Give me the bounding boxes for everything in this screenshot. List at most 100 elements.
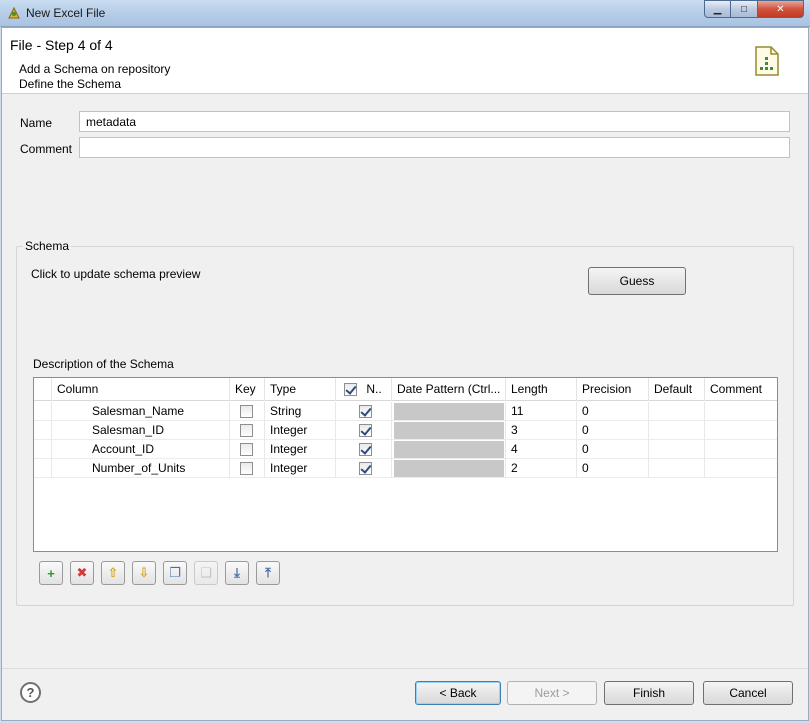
column-header-date-pattern[interactable]: Date Pattern (Ctrl...	[392, 378, 506, 401]
key-checkbox[interactable]	[240, 462, 253, 476]
cell-comment[interactable]	[705, 440, 777, 459]
table-row[interactable]: Account_ID Integer 4 0	[34, 440, 777, 459]
cancel-button[interactable]: Cancel	[703, 681, 793, 705]
paste-icon: ❏	[200, 565, 212, 580]
app-icon	[8, 6, 20, 19]
move-up-icon: ⇧	[107, 565, 119, 580]
nullable-checkbox[interactable]	[359, 424, 372, 438]
nullable-checkbox[interactable]	[359, 462, 372, 476]
cell-type[interactable]: String	[265, 402, 336, 421]
cell-nullable[interactable]	[336, 421, 392, 440]
import-button[interactable]: ⤓	[225, 561, 249, 585]
schema-description-label: Description of the Schema	[33, 357, 174, 371]
add-button[interactable]: +	[39, 561, 63, 585]
comment-label: Comment	[20, 142, 73, 156]
back-button[interactable]: < Back	[415, 681, 501, 705]
cell-column[interactable]: Salesman_ID	[52, 421, 230, 440]
cell-key[interactable]	[230, 421, 265, 440]
column-header-type[interactable]: Type	[265, 378, 336, 401]
cell-nullable[interactable]	[336, 459, 392, 478]
key-checkbox[interactable]	[240, 405, 253, 419]
cell-nullable[interactable]	[336, 440, 392, 459]
table-row[interactable]: Salesman_ID Integer 3 0	[34, 421, 777, 440]
excel-file-icon	[755, 46, 779, 76]
window-title: New Excel File	[26, 6, 106, 20]
close-button[interactable]: ✕	[758, 0, 804, 18]
cell-date-pattern[interactable]	[392, 421, 506, 440]
cell-key[interactable]	[230, 459, 265, 478]
column-header-column[interactable]: Column	[52, 378, 230, 401]
row-selector[interactable]	[34, 402, 52, 421]
finish-button[interactable]: Finish	[604, 681, 694, 705]
column-header-default[interactable]: Default	[649, 378, 705, 401]
column-header-length[interactable]: Length	[506, 378, 577, 401]
nullable-checkbox[interactable]	[359, 443, 372, 457]
cell-length[interactable]: 3	[506, 421, 577, 440]
cell-column[interactable]: Account_ID	[52, 440, 230, 459]
cell-precision[interactable]: 0	[577, 421, 649, 440]
wizard-dialog: File - Step 4 of 4 Add a Schema on repos…	[1, 27, 809, 721]
schema-table: Column Key Type N.. Date Pattern (Ctrl..…	[33, 377, 778, 552]
cell-key[interactable]	[230, 402, 265, 421]
copy-button[interactable]: ❐	[163, 561, 187, 585]
cell-date-pattern[interactable]	[392, 459, 506, 478]
key-checkbox[interactable]	[240, 424, 253, 438]
name-input[interactable]: metadata	[79, 111, 790, 132]
cell-key[interactable]	[230, 440, 265, 459]
cell-length[interactable]: 11	[506, 402, 577, 421]
table-header: Column Key Type N.. Date Pattern (Ctrl..…	[34, 378, 777, 401]
export-button[interactable]: ⤒	[256, 561, 280, 585]
row-selector[interactable]	[34, 421, 52, 440]
copy-icon: ❐	[169, 565, 181, 580]
cell-column[interactable]: Number_of_Units	[52, 459, 230, 478]
cell-precision[interactable]: 0	[577, 440, 649, 459]
date-pattern-disabled	[394, 403, 504, 420]
cell-length[interactable]: 2	[506, 459, 577, 478]
cell-nullable[interactable]	[336, 402, 392, 421]
nullable-all-checkbox[interactable]	[344, 383, 357, 397]
export-icon: ⤒	[265, 565, 271, 580]
cell-default[interactable]	[649, 459, 705, 478]
next-button[interactable]: Next >	[507, 681, 597, 705]
column-header-nullable-label: N..	[366, 382, 382, 396]
minimize-button[interactable]: ▁	[704, 0, 731, 18]
header-description-1: Add a Schema on repository	[19, 62, 171, 76]
cell-default[interactable]	[649, 421, 705, 440]
column-header-comment[interactable]: Comment	[705, 378, 777, 401]
cell-date-pattern[interactable]	[392, 440, 506, 459]
move-down-button[interactable]: ⇩	[132, 561, 156, 585]
help-icon[interactable]: ?	[20, 682, 41, 703]
nullable-checkbox[interactable]	[359, 405, 372, 419]
move-up-button[interactable]: ⇧	[101, 561, 125, 585]
cell-precision[interactable]: 0	[577, 402, 649, 421]
cell-type[interactable]: Integer	[265, 440, 336, 459]
row-selector[interactable]	[34, 459, 52, 478]
cell-date-pattern[interactable]	[392, 402, 506, 421]
column-header-key[interactable]: Key	[230, 378, 265, 401]
comment-input[interactable]	[79, 137, 790, 158]
cell-column[interactable]: Salesman_Name	[52, 402, 230, 421]
cell-type[interactable]: Integer	[265, 421, 336, 440]
maximize-button[interactable]: □	[731, 0, 758, 18]
cell-precision[interactable]: 0	[577, 459, 649, 478]
column-header-precision[interactable]: Precision	[577, 378, 649, 401]
paste-button[interactable]: ❏	[194, 561, 218, 585]
cell-comment[interactable]	[705, 421, 777, 440]
table-row[interactable]: Number_of_Units Integer 2 0	[34, 459, 777, 478]
delete-button[interactable]: ✖	[70, 561, 94, 585]
cell-type[interactable]: Integer	[265, 459, 336, 478]
table-row[interactable]: Salesman_Name String 11 0	[34, 402, 777, 421]
schema-preview-text: Click to update schema preview	[31, 267, 201, 281]
cell-length[interactable]: 4	[506, 440, 577, 459]
cell-default[interactable]	[649, 440, 705, 459]
cell-comment[interactable]	[705, 459, 777, 478]
import-icon: ⤓	[234, 565, 240, 580]
column-header-nullable[interactable]: N..	[336, 378, 392, 401]
key-checkbox[interactable]	[240, 443, 253, 457]
cell-default[interactable]	[649, 402, 705, 421]
row-selector[interactable]	[34, 440, 52, 459]
wizard-header: File - Step 4 of 4 Add a Schema on repos…	[2, 28, 808, 94]
title-bar: New Excel File ▁ □ ✕	[0, 0, 810, 27]
guess-button[interactable]: Guess	[588, 267, 686, 295]
cell-comment[interactable]	[705, 402, 777, 421]
